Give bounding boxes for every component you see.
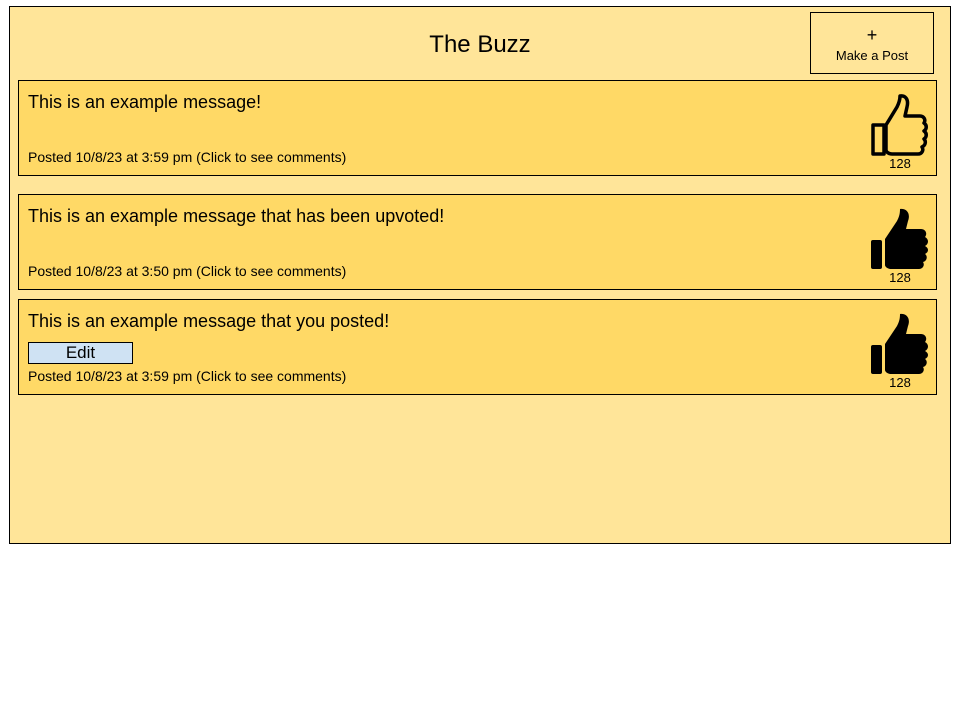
post-message: This is an example message that has been… bbox=[28, 206, 445, 226]
thumbs-up-filled-icon bbox=[871, 208, 928, 269]
post-card[interactable]: This is an example message! Posted 10/8/… bbox=[18, 80, 937, 176]
make-post-button[interactable]: + Make a Post bbox=[810, 12, 934, 74]
page-title: The Buzz bbox=[429, 31, 531, 58]
like-button[interactable]: 128 bbox=[868, 205, 932, 289]
post-card[interactable]: This is an example message that you post… bbox=[18, 299, 937, 395]
post-meta-comments-link[interactable]: Posted 10/8/23 at 3:50 pm (Click to see … bbox=[28, 263, 346, 279]
post-meta-comments-link[interactable]: Posted 10/8/23 at 3:59 pm (Click to see … bbox=[28, 149, 346, 165]
like-count: 128 bbox=[889, 156, 911, 171]
thumbs-up-outline-icon bbox=[871, 94, 928, 156]
thumbs-up-filled-icon bbox=[871, 313, 928, 374]
app-window: The Buzz + Make a Post This is an exampl… bbox=[9, 6, 951, 544]
like-count: 128 bbox=[889, 270, 911, 285]
post-meta-comments-link[interactable]: Posted 10/8/23 at 3:59 pm (Click to see … bbox=[28, 368, 346, 384]
make-post-label: Make a Post bbox=[835, 48, 909, 63]
plus-icon: + bbox=[866, 25, 878, 45]
post-message: This is an example message! bbox=[28, 92, 262, 112]
post-message: This is an example message that you post… bbox=[28, 311, 390, 331]
like-count: 128 bbox=[889, 375, 911, 390]
like-button[interactable]: 128 bbox=[868, 91, 932, 175]
edit-button[interactable]: Edit bbox=[28, 342, 133, 364]
post-card[interactable]: This is an example message that has been… bbox=[18, 194, 937, 290]
like-button[interactable]: 128 bbox=[868, 310, 932, 394]
